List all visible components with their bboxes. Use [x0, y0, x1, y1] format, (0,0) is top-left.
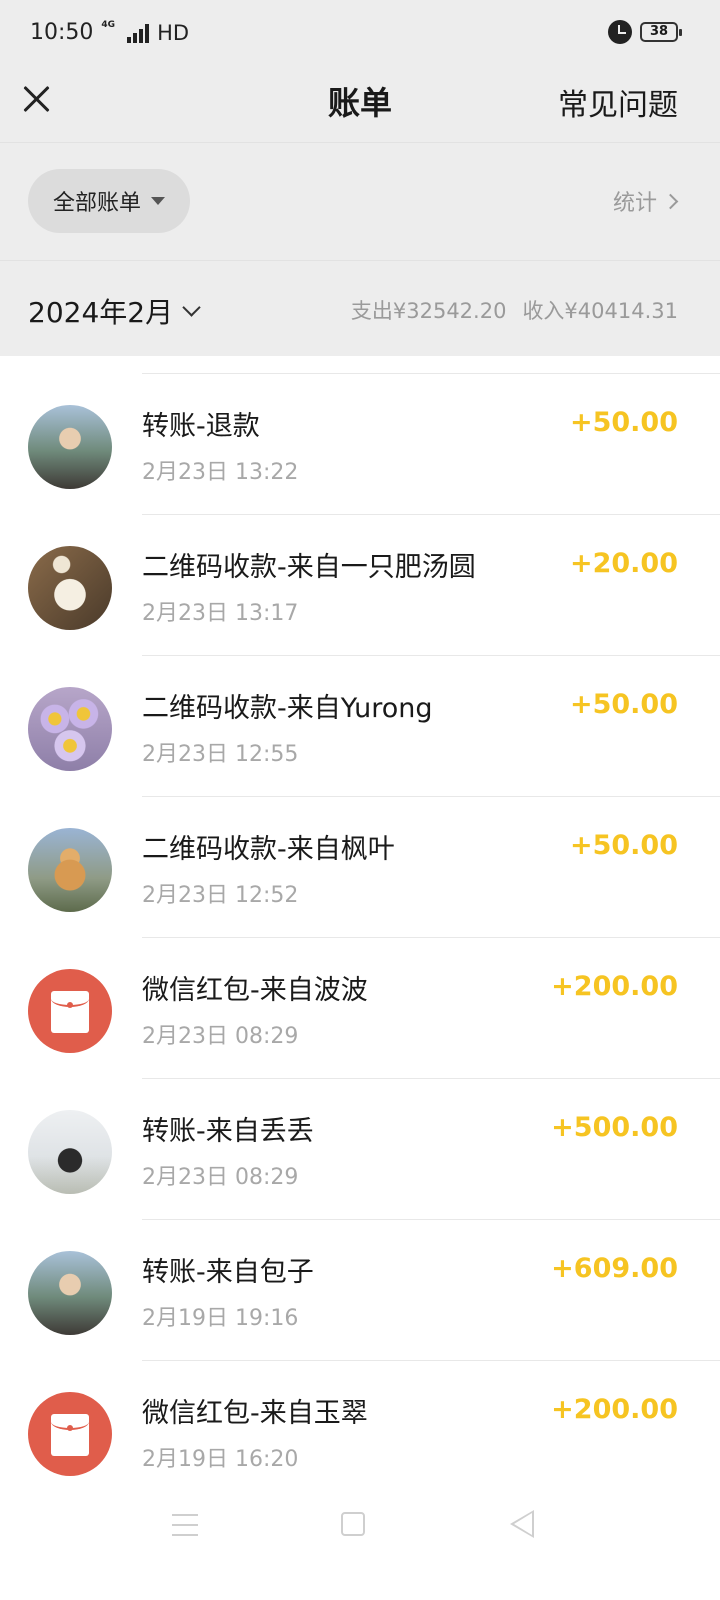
menu-icon[interactable] — [172, 1514, 198, 1536]
red-packet-icon — [51, 991, 89, 1033]
transaction-row[interactable]: 微信红包-来自玉翠 2月19日 16:20 +200.00 — [0, 1361, 720, 1502]
avatar — [28, 1392, 112, 1476]
transaction-row[interactable]: 转账-退款 2月23日 13:22 +50.00 — [0, 374, 720, 515]
home-icon[interactable] — [341, 1512, 365, 1536]
filter-bar: 全部账单 统计 — [0, 142, 720, 260]
transaction-time: 2月19日 19:16 — [142, 1306, 299, 1331]
status-left: 10:50 4G HD — [30, 19, 190, 46]
avatar — [28, 828, 112, 912]
transaction-row[interactable]: 二维码收款-来自一只肥汤圆 2月23日 13:17 +20.00 — [0, 515, 720, 656]
status-time: 10:50 — [30, 20, 94, 45]
divider — [142, 356, 720, 374]
bill-filter-dropdown[interactable]: 全部账单 — [28, 169, 190, 233]
stats-label: 统计 — [612, 191, 657, 216]
transaction-row[interactable]: 二维码收款-来自枫叶 2月23日 12:52 +50.00 — [0, 797, 720, 938]
battery-icon: 38 — [640, 22, 682, 42]
transaction-title: 转账-来自包子 — [142, 1257, 314, 1288]
transaction-time: 2月23日 08:29 — [142, 1165, 299, 1190]
transaction-time: 2月23日 13:17 — [142, 601, 299, 626]
transaction-time: 2月19日 16:20 — [142, 1447, 299, 1472]
hd-indicator: HD — [157, 20, 190, 45]
transaction-time: 2月23日 13:22 — [142, 460, 299, 485]
transaction-title: 微信红包-来自波波 — [142, 975, 368, 1006]
faq-link[interactable]: 常见问题 — [558, 80, 678, 124]
system-nav-bar — [0, 1490, 720, 1600]
transaction-title: 二维码收款-来自一只肥汤圆 — [142, 552, 476, 583]
month-selector[interactable]: 2024年2月 — [28, 291, 201, 331]
month-summary: 支出¥32542.20 收入¥40414.31 — [351, 295, 678, 325]
avatar — [28, 1251, 112, 1335]
status-right: 38 — [608, 20, 682, 44]
header: 账单 常见问题 — [0, 70, 720, 142]
transaction-title: 转账-来自丢丢 — [142, 1116, 314, 1147]
caret-down-icon — [151, 197, 165, 205]
transaction-amount: +609.00 — [551, 1253, 678, 1284]
stats-link[interactable]: 统计 — [612, 185, 679, 217]
filter-label: 全部账单 — [52, 191, 141, 216]
transaction-list: 转账-退款 2月23日 13:22 +50.00 二维码收款-来自一只肥汤圆 2… — [0, 356, 720, 1502]
transaction-row[interactable]: 二维码收款-来自Yurong 2月23日 12:55 +50.00 — [0, 656, 720, 797]
transaction-amount: +50.00 — [569, 407, 678, 438]
avatar — [28, 687, 112, 771]
transaction-title: 微信红包-来自玉翠 — [142, 1398, 368, 1429]
chevron-right-icon — [662, 193, 679, 209]
back-icon[interactable] — [510, 1510, 534, 1538]
month-label: 2024年2月 — [28, 296, 174, 329]
transaction-amount: +50.00 — [569, 689, 678, 720]
transaction-amount: +20.00 — [569, 548, 678, 579]
transaction-time: 2月23日 08:29 — [142, 1024, 299, 1049]
chevron-down-icon — [182, 297, 201, 317]
transaction-row[interactable]: 微信红包-来自波波 2月23日 08:29 +200.00 — [0, 938, 720, 1079]
status-bar: 10:50 4G HD 38 — [0, 0, 720, 70]
transaction-amount: +500.00 — [551, 1112, 678, 1143]
transaction-row[interactable]: 转账-来自丢丢 2月23日 08:29 +500.00 — [0, 1079, 720, 1220]
network-type: 4G — [101, 19, 116, 30]
month-bar: 2024年2月 支出¥32542.20 收入¥40414.31 — [0, 260, 720, 356]
income-total: 收入¥40414.31 — [522, 299, 678, 323]
red-packet-icon — [51, 1414, 89, 1456]
transaction-title: 二维码收款-来自枫叶 — [142, 834, 395, 865]
avatar — [28, 969, 112, 1053]
avatar — [28, 1110, 112, 1194]
avatar — [28, 546, 112, 630]
transaction-title: 二维码收款-来自Yurong — [142, 693, 433, 724]
transaction-time: 2月23日 12:52 — [142, 883, 299, 908]
transaction-amount: +200.00 — [551, 971, 678, 1002]
transaction-row[interactable]: 转账-来自包子 2月19日 19:16 +609.00 — [0, 1220, 720, 1361]
transaction-time: 2月23日 12:55 — [142, 742, 299, 767]
signal-icon — [127, 23, 150, 43]
avatar — [28, 405, 112, 489]
transaction-amount: +200.00 — [551, 1394, 678, 1425]
transaction-title: 转账-退款 — [142, 411, 260, 442]
expense-total: 支出¥32542.20 — [350, 299, 507, 323]
alarm-icon — [608, 20, 632, 44]
transaction-amount: +50.00 — [569, 830, 678, 861]
